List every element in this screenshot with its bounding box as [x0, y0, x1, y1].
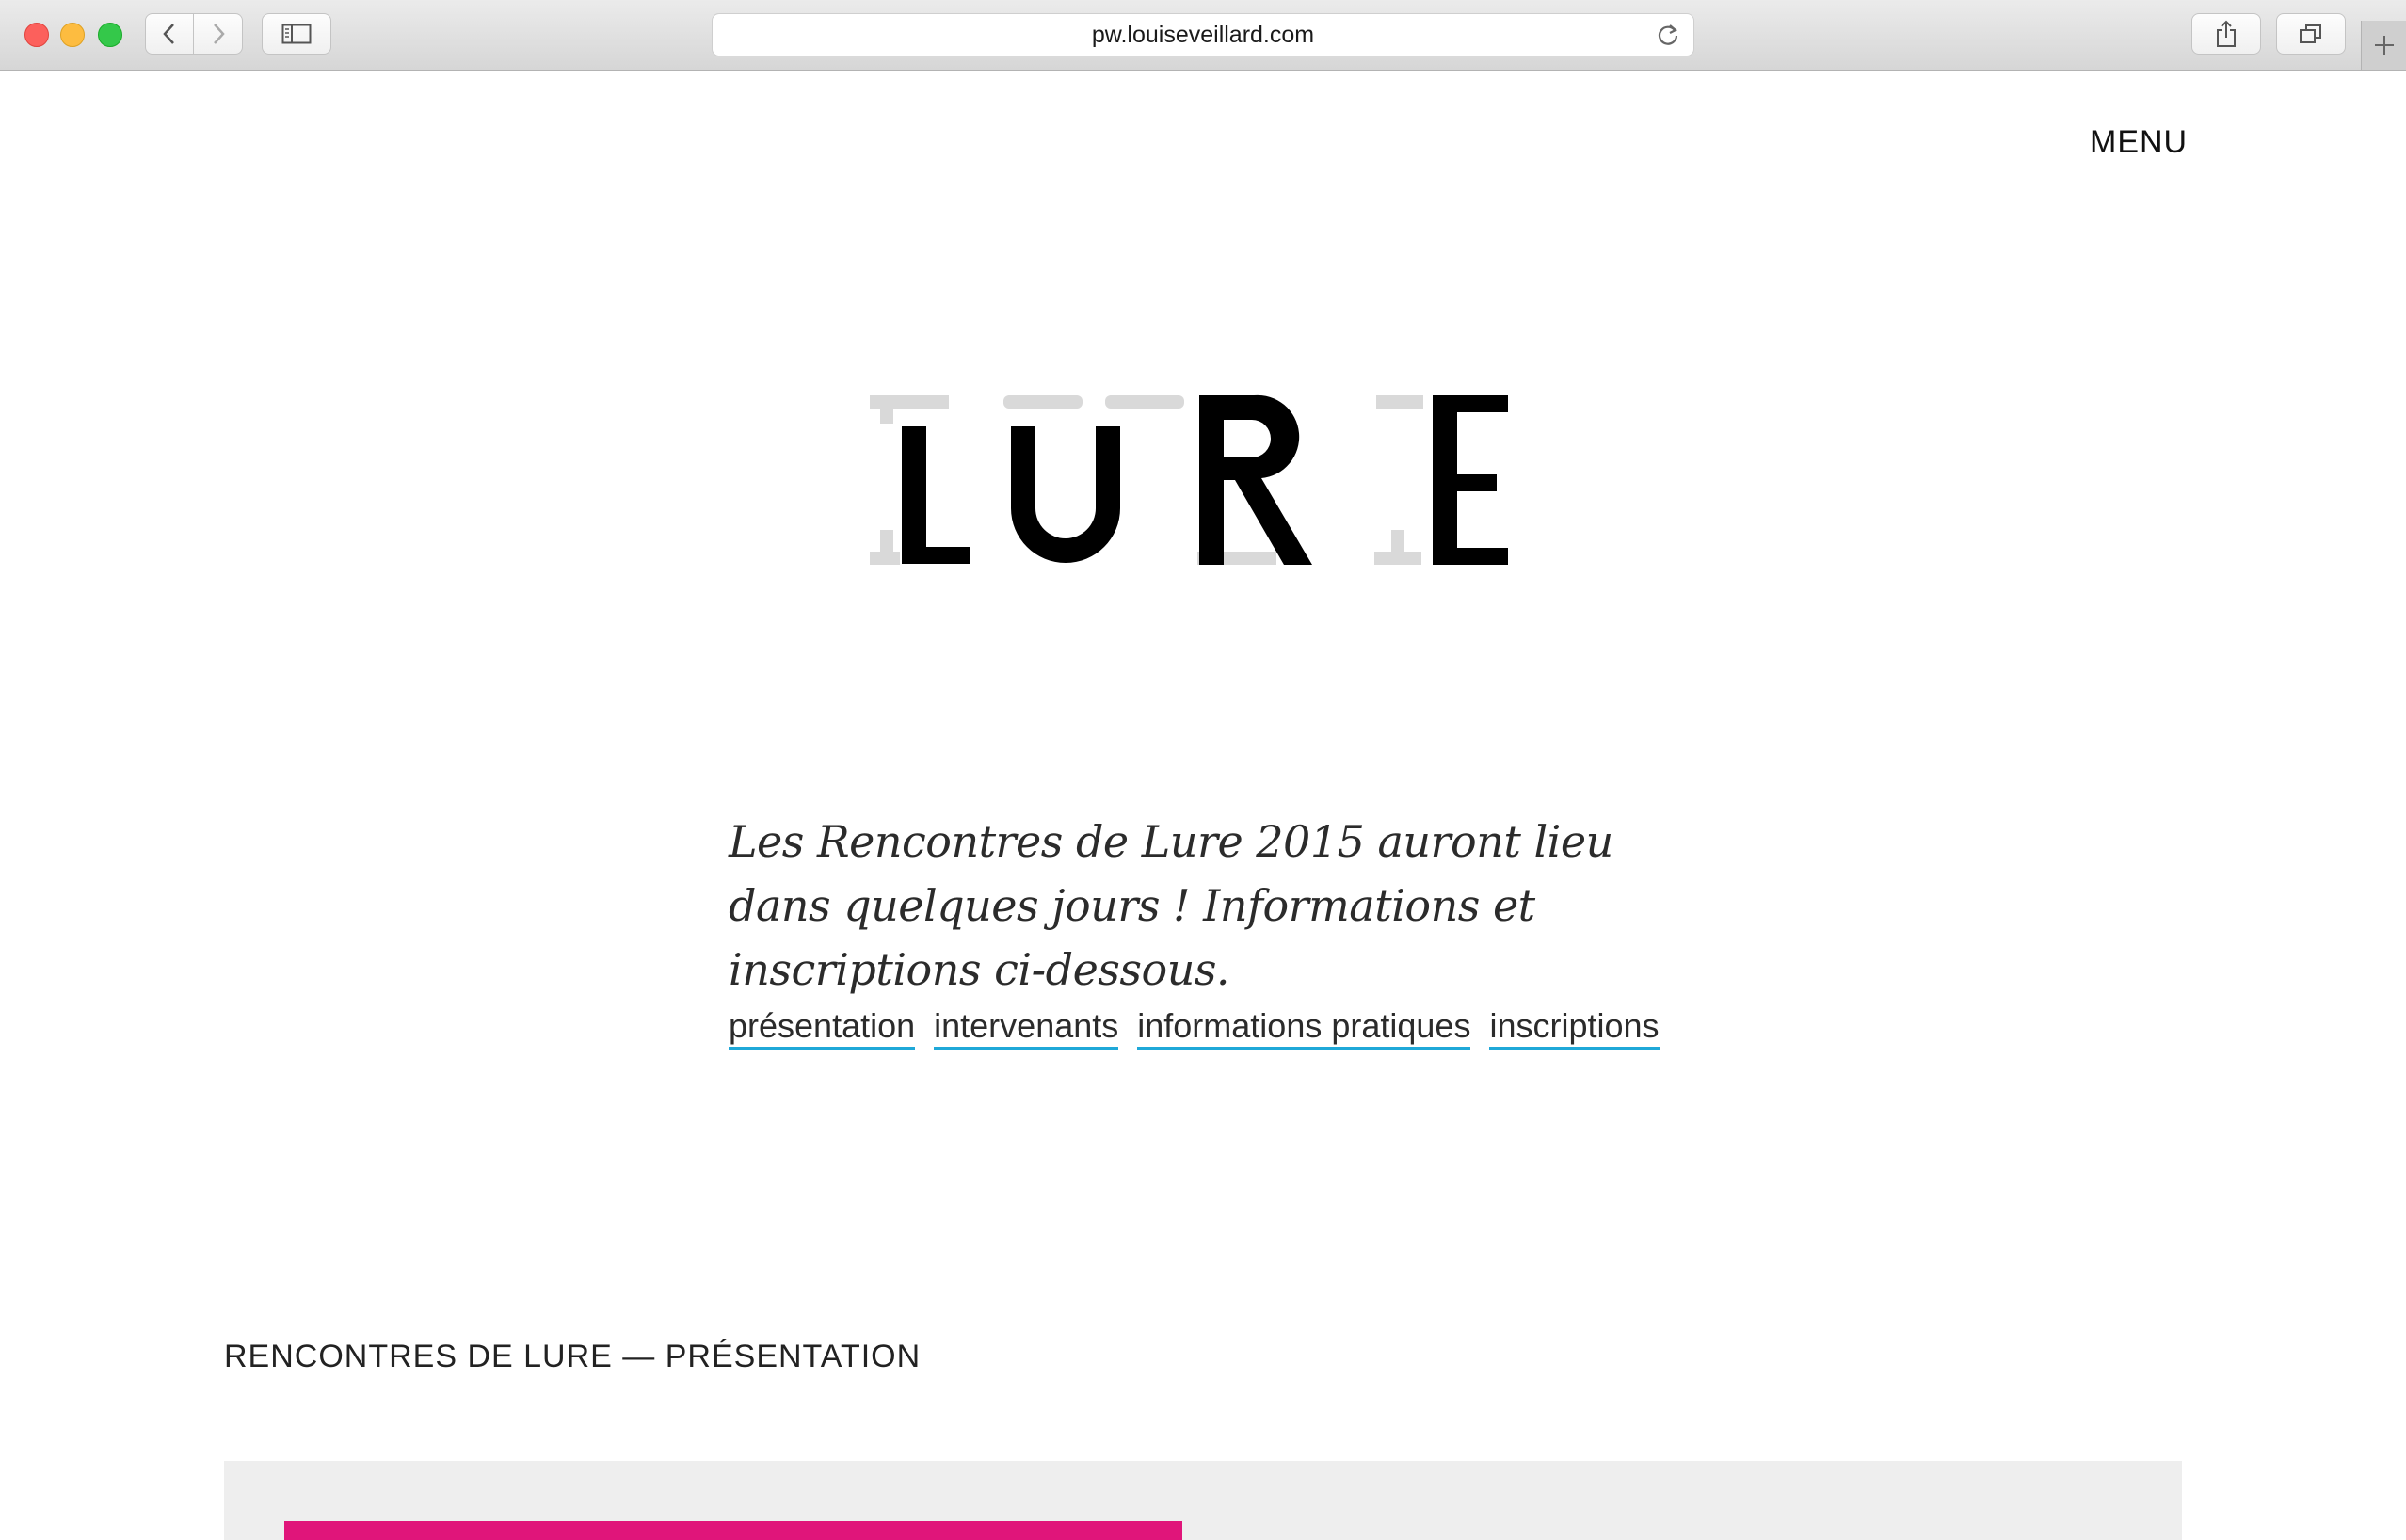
section-title: RENCONTRES DE LURE — PRÉSENTATION [224, 1339, 922, 1374]
tabs-icon [2300, 24, 2321, 43]
presentation-banner [284, 1521, 1182, 1540]
reload-icon[interactable] [1656, 23, 1680, 47]
window-minimize-button[interactable] [60, 23, 85, 47]
browser-toolbar: pw.louiseveillard.com [0, 0, 2406, 71]
link-inscriptions[interactable]: inscriptions [1489, 1007, 1660, 1050]
lure-wordmark [870, 394, 1508, 565]
share-icon [2217, 20, 2236, 47]
url-text: pw.louiseveillard.com [1091, 21, 1315, 48]
share-button[interactable] [2191, 13, 2261, 55]
address-bar[interactable]: pw.louiseveillard.com [712, 13, 1694, 56]
back-button[interactable] [145, 13, 194, 55]
intro-text: Les Rencontres de Lure 2015 auront lieu … [729, 816, 1613, 995]
sidebar-toggle-button[interactable] [262, 13, 331, 55]
window-close-button[interactable] [24, 23, 49, 47]
show-tabs-button[interactable] [2276, 13, 2346, 55]
link-intervenants[interactable]: intervenants [934, 1007, 1119, 1050]
forward-button[interactable] [194, 13, 243, 55]
link-presentation[interactable]: présentation [729, 1007, 916, 1050]
new-tab-button[interactable] [2361, 21, 2406, 70]
window-zoom-button[interactable] [98, 23, 122, 47]
link-informations-pratiques[interactable]: informations pratiques [1137, 1007, 1471, 1050]
menu-link[interactable]: MENU [2090, 124, 2188, 161]
chevron-left-icon [163, 24, 174, 44]
lure-logo [866, 393, 1516, 586]
sidebar-icon [281, 24, 312, 44]
plus-icon [2374, 36, 2394, 55]
chevron-right-icon [213, 24, 225, 44]
section-links: présentation intervenants informations p… [729, 1007, 1660, 1050]
